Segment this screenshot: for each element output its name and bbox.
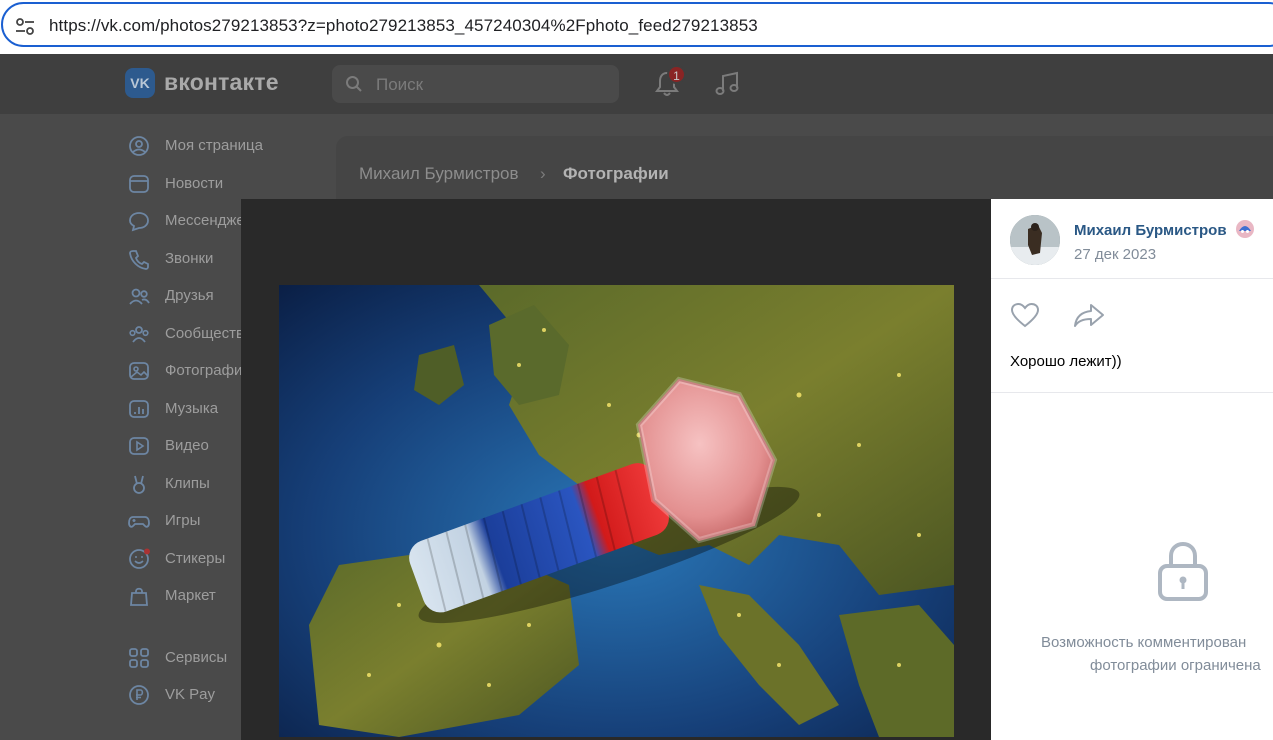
comments-restricted-text: Возможность комментирован — [1041, 634, 1247, 651]
sidebar-item-label: Маркет — [165, 587, 216, 604]
sidebar-item-label: Видео — [165, 437, 209, 454]
search-placeholder: Поиск — [376, 75, 424, 94]
search-icon — [346, 76, 362, 92]
vk-brand-name[interactable]: вконтакте — [164, 69, 279, 96]
clips-icon — [133, 475, 145, 494]
sidebar-item-label: Стикеры — [165, 550, 226, 567]
sticker-icon — [129, 548, 150, 569]
sidebar-item[interactable]: Новости — [128, 170, 288, 198]
image-icon — [129, 362, 149, 380]
photo-info-panel: Михаил Бурмистров 27 дек 2023 Хорошо леж… — [991, 199, 1273, 740]
ruble-icon — [129, 685, 149, 705]
share-arrow-icon[interactable] — [1073, 302, 1105, 328]
chat-bubble-icon — [129, 212, 149, 232]
grid-icon — [129, 648, 149, 668]
photo-image[interactable] — [279, 285, 954, 737]
sidebar-item-label: Новости — [165, 175, 224, 192]
comments-restricted-text: фотографии ограничена — [1090, 657, 1261, 674]
sidebar-item-label: VK Pay — [165, 686, 216, 703]
breadcrumb-section: Фотографии — [563, 164, 669, 183]
user-circle-icon — [129, 136, 149, 156]
author-name[interactable]: Михаил Бурмистров — [1074, 222, 1227, 239]
communities-icon — [129, 326, 149, 343]
breadcrumb-owner[interactable]: Михаил Бурмистров — [359, 164, 519, 184]
sidebar-item[interactable]: Моя страница — [128, 132, 288, 160]
vk-logo-icon[interactable]: VK — [125, 68, 155, 98]
music-bars-icon — [129, 400, 149, 418]
site-settings-icon[interactable] — [15, 18, 35, 36]
divider — [991, 278, 1273, 279]
sidebar-item-label: Моя страница — [165, 137, 263, 154]
sidebar-item-label: Сообщества — [165, 325, 253, 342]
bag-icon — [130, 587, 148, 606]
sidebar-item-label: Фотографии — [165, 362, 251, 379]
divider — [991, 392, 1273, 393]
like-heart-icon[interactable] — [1010, 302, 1040, 328]
lock-icon — [1158, 541, 1208, 601]
newsfeed-icon — [129, 175, 149, 193]
sidebar-item-label: Звонки — [165, 250, 214, 267]
sidebar-item-label: Музыка — [165, 400, 219, 417]
photo-caption: Хорошо лежит)) — [1010, 353, 1122, 370]
breadcrumb-separator: › — [540, 164, 546, 183]
sidebar-item-label: Сервисы — [165, 649, 228, 666]
verified-badge-icon — [1236, 220, 1254, 238]
sidebar-item-label: Друзья — [165, 287, 214, 304]
phone-icon — [129, 250, 149, 270]
sidebar-item-label: Клипы — [165, 475, 210, 492]
video-icon — [129, 437, 149, 455]
friends-icon — [129, 288, 150, 305]
author-avatar[interactable] — [1010, 215, 1060, 265]
vk-top-header: VK вконтакте Поиск 1 — [0, 54, 1273, 114]
url-text[interactable]: https://vk.com/photos279213853?z=photo27… — [49, 16, 758, 36]
music-note-icon[interactable] — [713, 70, 741, 98]
sidebar-item-label: Мессенджер — [165, 212, 254, 229]
search-input[interactable]: Поиск — [332, 65, 619, 103]
sidebar-item-label: Игры — [165, 512, 201, 529]
post-date[interactable]: 27 дек 2023 — [1074, 246, 1156, 263]
browser-address-bar: https://vk.com/photos279213853?z=photo27… — [0, 0, 1273, 54]
notification-badge: 1 — [667, 65, 686, 84]
gamepad-icon — [128, 516, 150, 528]
url-field[interactable]: https://vk.com/photos279213853?z=photo27… — [1, 2, 1273, 47]
